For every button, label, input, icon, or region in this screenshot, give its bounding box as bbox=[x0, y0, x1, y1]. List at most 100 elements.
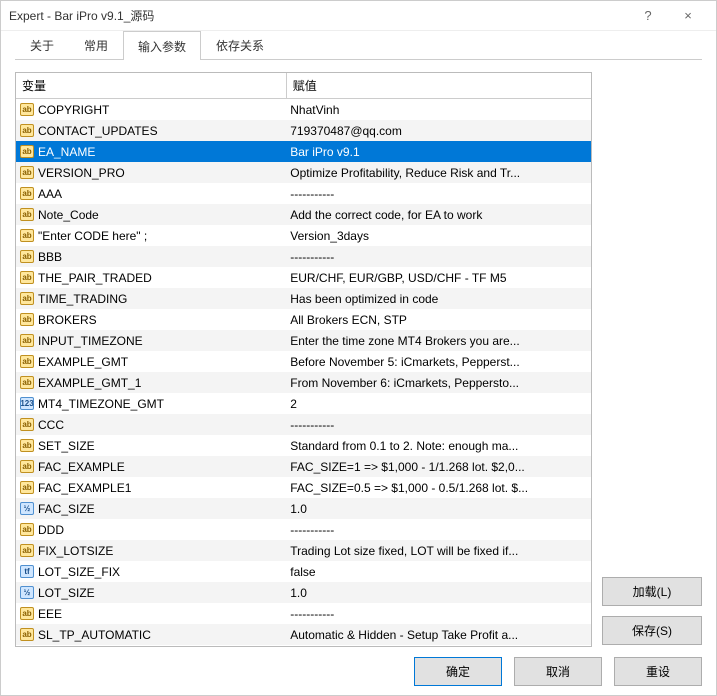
cell-variable[interactable]: abDDD bbox=[16, 519, 286, 540]
cell-variable[interactable]: abCONTACT_UPDATES bbox=[16, 120, 286, 141]
table-row[interactable]: abNote_CodeAdd the correct code, for EA … bbox=[16, 204, 591, 225]
string-type-icon: ab bbox=[20, 187, 34, 200]
variable-name: BBB bbox=[38, 250, 62, 264]
cell-value[interactable]: 719370487@qq.com bbox=[286, 120, 591, 141]
cell-value[interactable]: EUR/CHF, EUR/GBP, USD/CHF - TF M5 bbox=[286, 267, 591, 288]
table-row[interactable]: abEXAMPLE_GMT_1From November 6: iCmarket… bbox=[16, 372, 591, 393]
cell-variable[interactable]: abCOPYRIGHT bbox=[16, 99, 286, 120]
cell-value[interactable]: Optimize Profitability, Reduce Risk and … bbox=[286, 162, 591, 183]
string-type-icon: ab bbox=[20, 271, 34, 284]
cell-value[interactable]: ----------- bbox=[286, 183, 591, 204]
cell-value[interactable]: ----------- bbox=[286, 246, 591, 267]
cell-variable[interactable]: abFIX_LOTSIZE bbox=[16, 540, 286, 561]
cell-variable[interactable]: abBROKERS bbox=[16, 309, 286, 330]
string-type-icon: ab bbox=[20, 208, 34, 221]
cell-variable[interactable]: tfLOT_SIZE_FIX bbox=[16, 561, 286, 582]
cell-variable[interactable]: abBBB bbox=[16, 246, 286, 267]
parameters-scroll[interactable]: 变量 赋值 abCOPYRIGHTNhatVinhabCONTACT_UPDAT… bbox=[16, 73, 591, 646]
table-row[interactable]: abBBB----------- bbox=[16, 246, 591, 267]
cell-value[interactable]: FAC_SIZE=0.5 => $1,000 - 0.5/1.268 lot. … bbox=[286, 477, 591, 498]
table-row[interactable]: abTHE_PAIR_TRADEDEUR/CHF, EUR/GBP, USD/C… bbox=[16, 267, 591, 288]
col-header-value[interactable]: 赋值 bbox=[286, 73, 591, 99]
cell-variable[interactable]: ½LOT_SIZE bbox=[16, 582, 286, 603]
table-row[interactable]: abEEE----------- bbox=[16, 603, 591, 624]
cell-variable[interactable]: abNote_Code bbox=[16, 204, 286, 225]
table-row[interactable]: abCCC----------- bbox=[16, 414, 591, 435]
cell-value[interactable]: ----------- bbox=[286, 414, 591, 435]
table-row[interactable]: 123MT4_TIMEZONE_GMT2 bbox=[16, 393, 591, 414]
cell-variable[interactable]: abEXAMPLE_GMT_1 bbox=[16, 372, 286, 393]
tab-dependencies[interactable]: 依存关系 bbox=[201, 30, 279, 59]
cell-value[interactable]: ----------- bbox=[286, 603, 591, 624]
table-row[interactable]: ab"Enter CODE here" ;Version_3days bbox=[16, 225, 591, 246]
cell-value[interactable]: ----------- bbox=[286, 519, 591, 540]
table-row[interactable]: abDDD----------- bbox=[16, 519, 591, 540]
cancel-button[interactable]: 取消 bbox=[514, 657, 602, 686]
table-row[interactable]: ½LOT_SIZE1.0 bbox=[16, 582, 591, 603]
ok-button[interactable]: 确定 bbox=[414, 657, 502, 686]
cell-variable[interactable]: abEA_NAME bbox=[16, 141, 286, 162]
cell-variable[interactable]: abTHE_PAIR_TRADED bbox=[16, 267, 286, 288]
cell-value[interactable]: All Brokers ECN, STP bbox=[286, 309, 591, 330]
cell-value[interactable]: 1.0 bbox=[286, 582, 591, 603]
help-button[interactable]: ? bbox=[628, 8, 668, 23]
cell-value[interactable]: From November 6: iCmarkets, Peppersto... bbox=[286, 372, 591, 393]
cell-value[interactable]: NhatVinh bbox=[286, 99, 591, 121]
cell-value[interactable]: Version_3days bbox=[286, 225, 591, 246]
tab-common[interactable]: 常用 bbox=[69, 30, 123, 59]
table-row[interactable]: abBROKERSAll Brokers ECN, STP bbox=[16, 309, 591, 330]
footer-buttons: 确定 取消 重设 bbox=[1, 655, 716, 695]
cell-value[interactable]: false bbox=[286, 561, 591, 582]
cell-variable[interactable]: abCCC bbox=[16, 414, 286, 435]
cell-variable[interactable]: ½FAC_SIZE bbox=[16, 498, 286, 519]
cell-variable[interactable]: ab AAA bbox=[16, 183, 286, 204]
cell-value[interactable]: Enter the time zone MT4 Brokers you are.… bbox=[286, 330, 591, 351]
table-row[interactable]: abFIX_LOTSIZETrading Lot size fixed, LOT… bbox=[16, 540, 591, 561]
table-row[interactable]: abEXAMPLE_GMTBefore November 5: iCmarket… bbox=[16, 351, 591, 372]
tab-about[interactable]: 关于 bbox=[15, 30, 69, 59]
cell-value[interactable]: Bar iPro v9.1 bbox=[286, 141, 591, 162]
close-button[interactable]: × bbox=[668, 8, 708, 23]
save-button[interactable]: 保存(S) bbox=[602, 616, 702, 645]
table-row[interactable]: abFAC_EXAMPLE1FAC_SIZE=0.5 => $1,000 - 0… bbox=[16, 477, 591, 498]
string-type-icon: ab bbox=[20, 229, 34, 242]
table-row[interactable]: abEA_NAMEBar iPro v9.1 bbox=[16, 141, 591, 162]
cell-variable[interactable]: abVERSION_PRO bbox=[16, 162, 286, 183]
cell-variable[interactable]: abFAC_EXAMPLE bbox=[16, 456, 286, 477]
cell-value[interactable]: Standard from 0.1 to 2. Note: enough ma.… bbox=[286, 435, 591, 456]
table-row[interactable]: ½FAC_SIZE1.0 bbox=[16, 498, 591, 519]
reset-button[interactable]: 重设 bbox=[614, 657, 702, 686]
cell-variable[interactable]: abTIME_TRADING bbox=[16, 288, 286, 309]
cell-value[interactable]: 2 bbox=[286, 393, 591, 414]
table-row[interactable]: ab AAA ----------- bbox=[16, 183, 591, 204]
table-row[interactable]: abSL_TP_AUTOMATICAutomatic & Hidden - Se… bbox=[16, 624, 591, 645]
table-row[interactable]: tfLOT_SIZE_FIXfalse bbox=[16, 561, 591, 582]
cell-variable[interactable]: abEXAMPLE_GMT bbox=[16, 351, 286, 372]
cell-variable[interactable]: abFAC_EXAMPLE1 bbox=[16, 477, 286, 498]
cell-variable[interactable]: ab"Enter CODE here" ; bbox=[16, 225, 286, 246]
cell-value[interactable]: Add the correct code, for EA to work bbox=[286, 204, 591, 225]
table-row[interactable]: abFAC_EXAMPLEFAC_SIZE=1 => $1,000 - 1/1.… bbox=[16, 456, 591, 477]
tab-inputs[interactable]: 输入参数 bbox=[123, 31, 201, 60]
table-row[interactable]: abVERSION_PROOptimize Profitability, Red… bbox=[16, 162, 591, 183]
load-button[interactable]: 加载(L) bbox=[602, 577, 702, 606]
cell-value[interactable]: Automatic & Hidden - Setup Take Profit a… bbox=[286, 624, 591, 645]
table-row[interactable]: abCOPYRIGHTNhatVinh bbox=[16, 99, 591, 121]
col-header-variable[interactable]: 变量 bbox=[16, 73, 286, 99]
cell-variable[interactable]: 123MT4_TIMEZONE_GMT bbox=[16, 393, 286, 414]
cell-variable[interactable]: abINPUT_TIMEZONE bbox=[16, 330, 286, 351]
cell-variable[interactable]: abSL_TP_AUTOMATIC bbox=[16, 624, 286, 645]
table-row[interactable]: abCONTACT_UPDATES719370487@qq.com bbox=[16, 120, 591, 141]
table-row[interactable]: abINPUT_TIMEZONEEnter the time zone MT4 … bbox=[16, 330, 591, 351]
cell-value[interactable]: Before November 5: iCmarkets, Pepperst..… bbox=[286, 351, 591, 372]
cell-value[interactable]: Has been optimized in code bbox=[286, 288, 591, 309]
variable-name: AAA bbox=[38, 187, 62, 201]
table-row[interactable]: abSET_SIZEStandard from 0.1 to 2. Note: … bbox=[16, 435, 591, 456]
cell-variable[interactable]: abSET_SIZE bbox=[16, 435, 286, 456]
cell-value[interactable]: 1.0 bbox=[286, 498, 591, 519]
cell-value[interactable]: FAC_SIZE=1 => $1,000 - 1/1.268 lot. $2,0… bbox=[286, 456, 591, 477]
table-row[interactable]: abTIME_TRADINGHas been optimized in code bbox=[16, 288, 591, 309]
cell-variable[interactable]: abEEE bbox=[16, 603, 286, 624]
string-type-icon: ab bbox=[20, 418, 34, 431]
cell-value[interactable]: Trading Lot size fixed, LOT will be fixe… bbox=[286, 540, 591, 561]
